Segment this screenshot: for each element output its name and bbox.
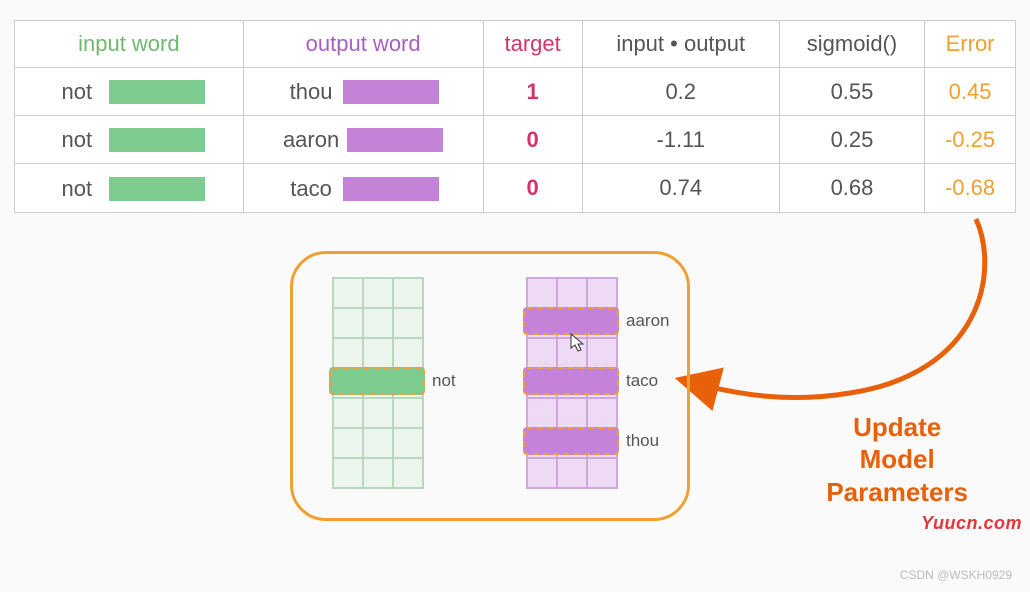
cell-target: 0 (483, 164, 582, 212)
output-vector-icon (343, 80, 439, 104)
matrix-row-label-thou: thou (626, 431, 659, 451)
output-word-label: taco (287, 176, 335, 202)
cell-input-word: not (15, 116, 244, 164)
training-table: input word output word target input • ou… (14, 20, 1016, 213)
input-vector-icon (109, 177, 205, 201)
cell-sigmoid: 0.25 (779, 116, 924, 164)
update-model-parameters-caption: Update Model Parameters (826, 411, 968, 509)
output-word-label: thou (287, 79, 335, 105)
table-row: not aaron 0 -1.11 0.25 -0.25 (15, 116, 1016, 164)
output-vector-icon (343, 177, 439, 201)
table-header-row: input word output word target input • ou… (15, 21, 1016, 68)
input-word-label: not (53, 79, 101, 105)
watermark-site: Yuucn.com (921, 513, 1022, 534)
highlight-row-thou-icon (523, 427, 619, 455)
th-error: Error (925, 21, 1016, 68)
output-word-label: aaron (283, 127, 339, 153)
cursor-icon (570, 333, 586, 353)
cell-output-word: taco (243, 164, 483, 212)
input-vector-icon (109, 80, 205, 104)
highlight-row-not-icon (329, 367, 425, 395)
cell-error: -0.25 (925, 116, 1016, 164)
highlight-row-aaron-icon (523, 307, 619, 335)
th-output-word: output word (243, 21, 483, 68)
cell-target: 0 (483, 116, 582, 164)
matrix-row-label-taco: taco (626, 371, 658, 391)
cell-error: 0.45 (925, 68, 1016, 116)
th-input-output: input • output (582, 21, 779, 68)
cell-target: 1 (483, 68, 582, 116)
input-word-label: not (53, 127, 101, 153)
diagram-area: not aaron taco thou Update Model Paramet… (14, 243, 1016, 583)
cell-output-word: aaron (243, 116, 483, 164)
cell-input-word: not (15, 164, 244, 212)
cell-sigmoid: 0.55 (779, 68, 924, 116)
cell-io: -1.11 (582, 116, 779, 164)
cell-input-word: not (15, 68, 244, 116)
th-target: target (483, 21, 582, 68)
matrix-row-label-not: not (432, 371, 456, 391)
th-input-word: input word (15, 21, 244, 68)
highlight-row-taco-icon (523, 367, 619, 395)
cell-output-word: thou (243, 68, 483, 116)
output-vector-icon (347, 128, 443, 152)
input-vector-icon (109, 128, 205, 152)
input-word-label: not (53, 176, 101, 202)
table-row: not thou 1 0.2 0.55 0.45 (15, 68, 1016, 116)
watermark-csdn: CSDN @WSKH0929 (900, 568, 1012, 582)
cell-io: 0.2 (582, 68, 779, 116)
matrix-row-label-aaron: aaron (626, 311, 669, 331)
th-sigmoid: sigmoid() (779, 21, 924, 68)
update-arrow-icon (680, 203, 1010, 433)
